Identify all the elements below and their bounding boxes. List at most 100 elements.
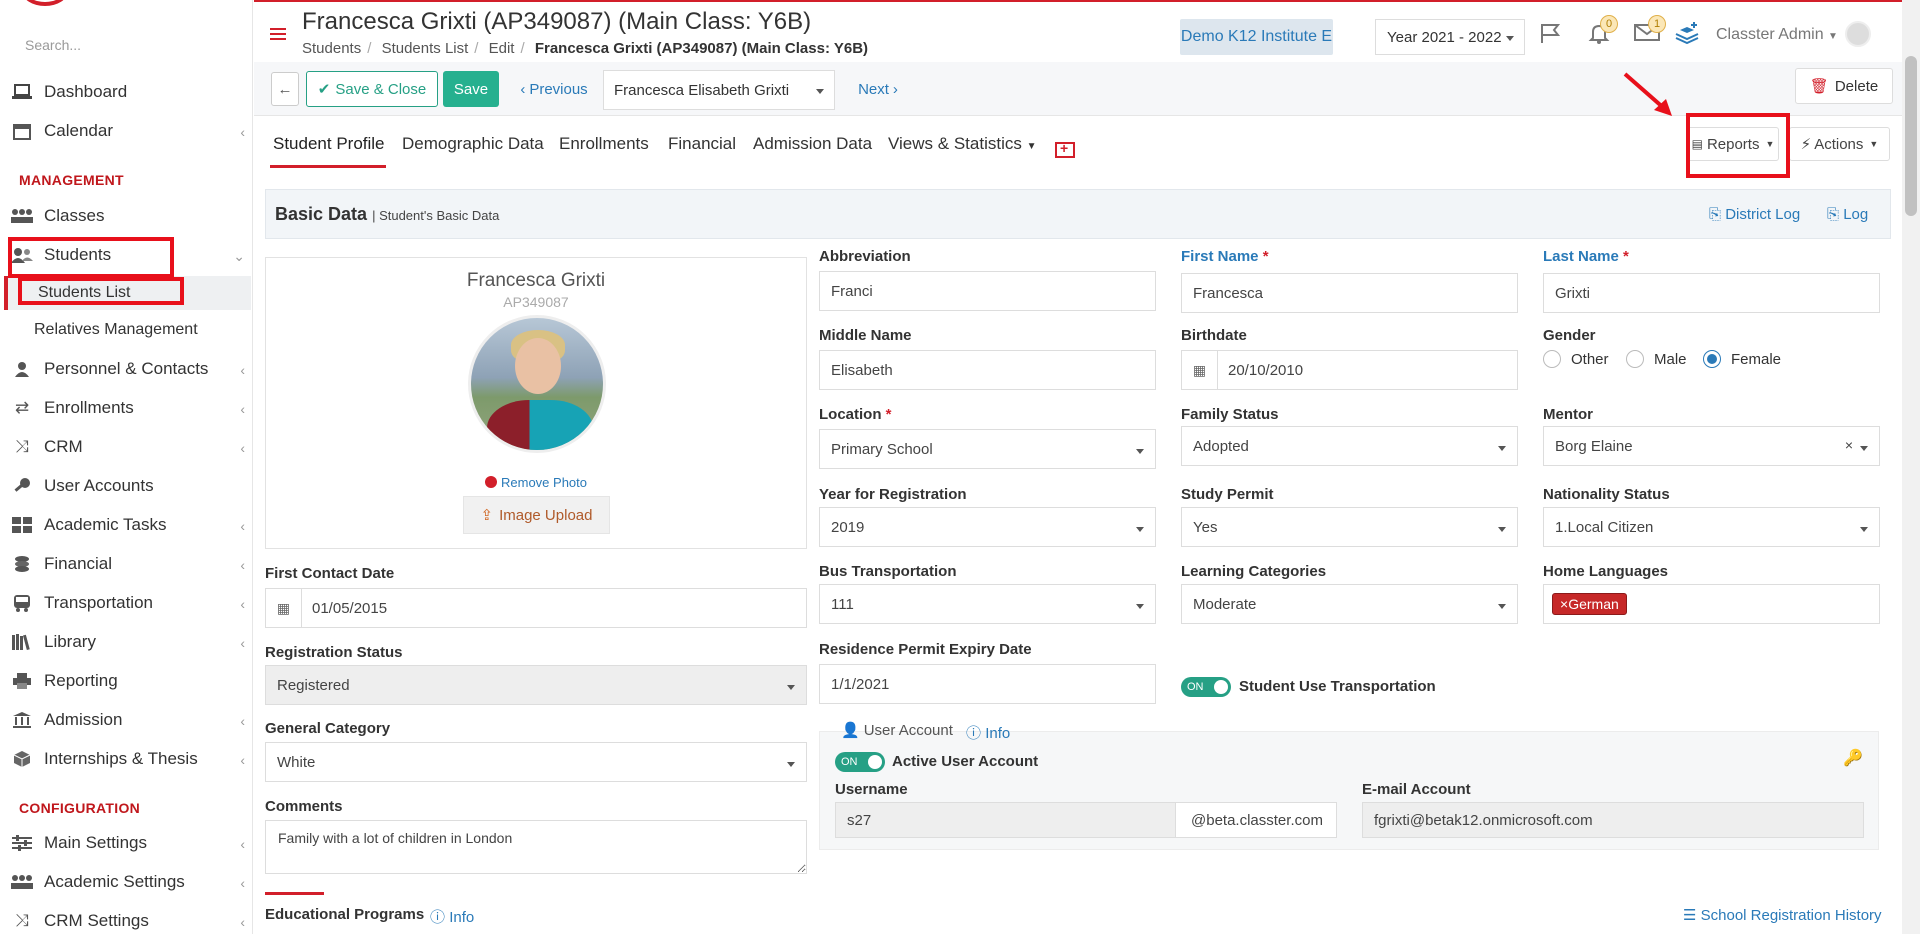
sidebar-subitem-relatives[interactable]: Relatives Management: [4, 313, 251, 347]
family-status-select[interactable]: Adopted: [1181, 426, 1518, 466]
tab-financial[interactable]: Financial: [668, 134, 736, 154]
log-link[interactable]: ⎘ Log: [1827, 206, 1868, 223]
sidebar-item-calendar[interactable]: Calendar ‹: [0, 112, 252, 150]
save-button[interactable]: Save: [443, 71, 499, 107]
active-tab-indicator: [270, 165, 386, 168]
sidebar-item-crm-settings[interactable]: ⤨ CRM Settings ‹: [0, 902, 252, 934]
radio-circle: [1626, 350, 1644, 368]
first-name-field[interactable]: Francesca: [1181, 273, 1518, 313]
school-registration-history-link[interactable]: ☰ School Registration History: [1683, 906, 1882, 924]
scrollbar-thumb[interactable]: [1905, 56, 1917, 216]
year-registration-select[interactable]: 2019: [819, 507, 1156, 547]
sidebar-item-personnel[interactable]: Personnel & Contacts ‹: [0, 350, 252, 388]
educational-programs-info-link[interactable]: ⓘ Info: [430, 906, 474, 927]
bus-transport-label: Bus Transportation: [819, 563, 957, 580]
sidebar-item-label: CRM: [44, 437, 83, 456]
reports-button[interactable]: ▤ Reports ▼: [1687, 127, 1779, 161]
comments-textarea[interactable]: Family with a lot of children in London: [265, 820, 807, 874]
medical-icon[interactable]: [1055, 140, 1075, 158]
study-permit-select[interactable]: Yes: [1181, 507, 1518, 547]
student-selector[interactable]: Francesca Elisabeth Grixti: [603, 70, 835, 110]
sidebar-item-academic-settings[interactable]: Academic Settings ‹: [0, 863, 252, 901]
caret-down-icon: [1498, 604, 1506, 609]
back-button[interactable]: ←: [271, 72, 299, 106]
sidebar-item-main-settings[interactable]: Main Settings ‹: [0, 824, 252, 862]
registration-status-select[interactable]: Registered: [265, 665, 807, 705]
sidebar-item-admission[interactable]: Admission ‹: [0, 701, 252, 739]
birthdate-field[interactable]: ▦ 20/10/2010: [1181, 350, 1518, 390]
first-contact-field[interactable]: ▦ 01/05/2015: [265, 588, 807, 628]
tab-enrollments[interactable]: Enrollments: [559, 134, 649, 154]
actions-button[interactable]: ⚡ Actions ▼: [1789, 127, 1890, 161]
learning-categories-select[interactable]: Moderate: [1181, 584, 1518, 624]
avatar[interactable]: [1845, 21, 1871, 47]
sidebar-item-crm[interactable]: ⤨ CRM ‹: [0, 428, 252, 466]
delete-button[interactable]: 🗑 Delete: [1795, 68, 1893, 104]
logo: [22, 0, 68, 6]
district-log-link[interactable]: ⎘ District Log: [1709, 206, 1800, 223]
sidebar-item-library[interactable]: Library ‹: [0, 623, 252, 661]
sidebar-item-user-accounts[interactable]: User Accounts: [0, 467, 252, 505]
tab-demographic-data[interactable]: Demographic Data: [402, 134, 544, 154]
previous-button[interactable]: ‹ Previous: [516, 71, 592, 107]
mentor-select[interactable]: Borg Elaine ×: [1543, 426, 1880, 466]
flag-icon[interactable]: [1539, 22, 1561, 50]
sidebar-subitem-students-list[interactable]: Students List: [4, 276, 251, 310]
remove-tag-icon[interactable]: ×: [1560, 596, 1568, 612]
active-user-toggle[interactable]: ON: [835, 752, 885, 772]
layers-plus-icon[interactable]: [1674, 22, 1700, 50]
breadcrumb-current: Francesca Grixti (AP349087) (Main Class:…: [534, 40, 869, 57]
gender-radio-other[interactable]: Other: [1543, 350, 1609, 368]
calendar-icon[interactable]: ▦: [1182, 351, 1218, 389]
last-name-field[interactable]: Grixti: [1543, 273, 1880, 313]
next-button[interactable]: Next ›: [851, 71, 905, 107]
nationality-status-value: 1.Local Citizen: [1555, 518, 1654, 536]
sidebar-search-input[interactable]: Search...: [25, 37, 225, 57]
key-icon[interactable]: 🔑: [1843, 748, 1863, 768]
bus-transport-select[interactable]: 111: [819, 584, 1156, 624]
sidebar-item-students[interactable]: Students ⌄: [0, 236, 252, 274]
username-field[interactable]: s27: [835, 802, 1176, 838]
sidebar-item-financial[interactable]: Financial ‹: [0, 545, 252, 583]
location-select[interactable]: Primary School: [819, 429, 1156, 469]
hamburger-menu-icon[interactable]: [270, 28, 286, 40]
tab-views-statistics[interactable]: Views & Statistics ▼: [888, 134, 1036, 154]
email-field[interactable]: fgrixti@betak12.onmicrosoft.com: [1362, 802, 1864, 838]
breadcrumb-edit[interactable]: Edit: [489, 40, 515, 57]
year-selector[interactable]: Year 2021 - 2022: [1375, 19, 1525, 55]
abbreviation-field[interactable]: Franci: [819, 271, 1156, 311]
tab-student-profile[interactable]: Student Profile: [273, 134, 385, 154]
gender-radio-male[interactable]: Male: [1626, 350, 1687, 368]
user-menu[interactable]: Classter Admin ▼: [1716, 26, 1838, 44]
previous-label: Previous: [529, 80, 588, 98]
gender-radio-female[interactable]: Female: [1703, 350, 1781, 368]
remove-photo-link[interactable]: Remove Photo: [266, 475, 806, 490]
nationality-status-select[interactable]: 1.Local Citizen: [1543, 507, 1880, 547]
sidebar-item-transportation[interactable]: Transportation ‹: [0, 584, 252, 622]
sidebar-item-enrollments[interactable]: ⇄ Enrollments ‹: [0, 389, 252, 427]
breadcrumb-students-list[interactable]: Students List: [382, 40, 469, 57]
residence-permit-field[interactable]: 1/1/2021: [819, 664, 1156, 704]
institute-selector[interactable]: Demo K12 Institute E: [1180, 19, 1333, 55]
clear-icon[interactable]: ×: [1845, 437, 1853, 453]
sidebar-item-internships[interactable]: Internships & Thesis ‹: [0, 740, 252, 778]
classes-icon: [10, 207, 34, 225]
sidebar-item-classes[interactable]: Classes: [0, 197, 252, 235]
page-scrollbar[interactable]: [1902, 0, 1920, 934]
shuffle-icon: ⤨: [15, 911, 29, 930]
general-category-select[interactable]: White: [265, 742, 807, 782]
top-header: Francesca Grixti (AP349087) (Main Class:…: [254, 0, 1920, 62]
sidebar-item-academic-tasks[interactable]: Academic Tasks ‹: [0, 506, 252, 544]
middle-name-field[interactable]: Elisabeth: [819, 350, 1156, 390]
save-close-button[interactable]: ✔ Save & Close: [306, 71, 438, 107]
sidebar-item-dashboard[interactable]: Dashboard: [0, 73, 252, 111]
breadcrumb-students[interactable]: Students: [302, 40, 361, 57]
student-transport-toggle[interactable]: ON: [1181, 677, 1231, 697]
calendar-icon[interactable]: ▦: [266, 589, 302, 627]
image-upload-button[interactable]: ⇪ Image Upload: [463, 496, 610, 534]
language-tag[interactable]: ×German: [1552, 593, 1627, 615]
home-languages-field[interactable]: ×German: [1543, 584, 1880, 624]
sidebar-item-reporting[interactable]: Reporting: [0, 662, 252, 700]
user-account-info-link[interactable]: ⓘ Info: [966, 722, 1010, 743]
tab-admission-data[interactable]: Admission Data: [753, 134, 872, 154]
